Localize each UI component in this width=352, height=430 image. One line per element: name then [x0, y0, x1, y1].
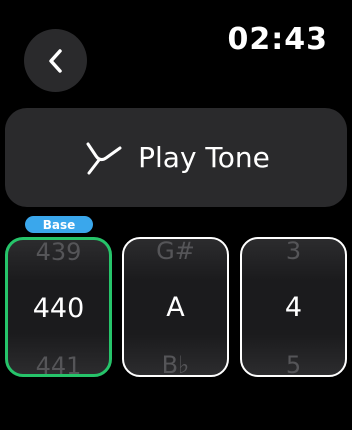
chevron-left-icon: [48, 48, 62, 73]
octave-current: 4: [284, 292, 303, 323]
octave-prev: 3: [285, 237, 302, 265]
octave-picker[interactable]: 3 4 5: [240, 237, 347, 377]
frequency-current: 440: [32, 293, 85, 324]
frequency-picker[interactable]: 439 440 441: [5, 237, 112, 377]
play-tone-label: Play Tone: [138, 141, 270, 174]
base-badge: Base: [25, 216, 93, 233]
note-current: A: [166, 292, 185, 323]
tuning-fork-icon: [86, 142, 122, 174]
back-button[interactable]: [24, 29, 87, 92]
frequency-next: 441: [35, 352, 82, 377]
play-tone-button[interactable]: Play Tone: [5, 108, 347, 207]
status-time: 02:43: [227, 22, 328, 57]
note-next: B♭: [161, 351, 190, 377]
octave-next: 5: [285, 351, 302, 377]
note-picker[interactable]: G# A B♭: [122, 237, 229, 377]
frequency-prev: 439: [35, 238, 82, 266]
note-prev: G#: [156, 237, 195, 265]
